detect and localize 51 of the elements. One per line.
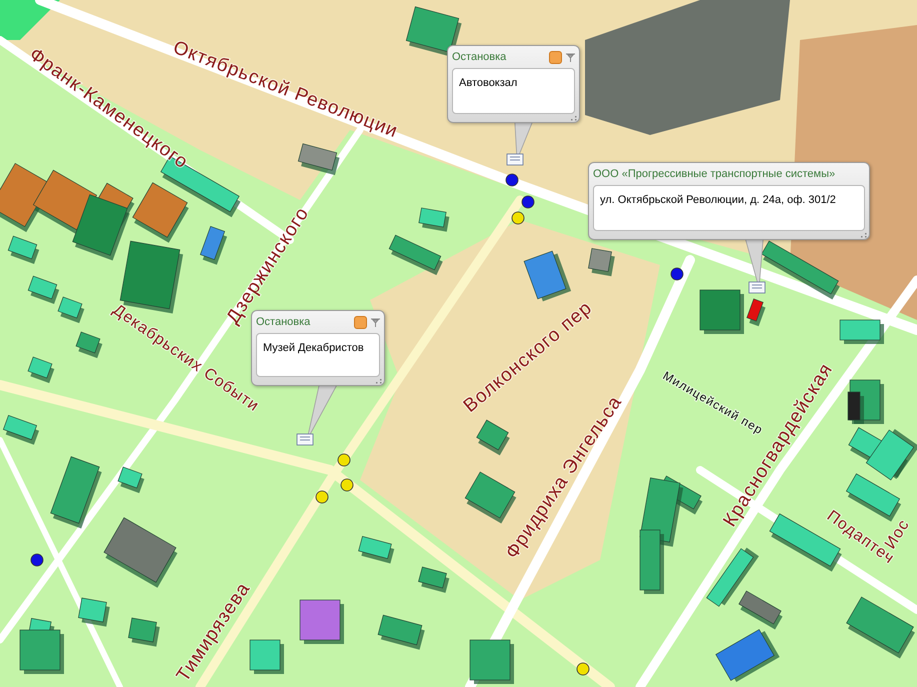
popup-title: ООО «Прогрессивные транспортные системы» (593, 168, 836, 180)
pin-button[interactable] (549, 50, 562, 64)
building (840, 320, 884, 344)
bus-stop-marker[interactable] (338, 454, 350, 466)
building (118, 466, 144, 494)
building (128, 618, 160, 647)
resize-grip-icon[interactable] (376, 379, 382, 384)
building (300, 600, 344, 644)
building (28, 276, 60, 304)
park-area (0, 0, 60, 40)
building (28, 356, 54, 384)
bus-stop-marker[interactable] (316, 490, 328, 504)
building (470, 640, 514, 684)
resize-grip-icon[interactable] (571, 116, 577, 121)
bus-stop-marker[interactable] (512, 212, 524, 224)
building (588, 248, 615, 276)
building (58, 296, 84, 324)
building (418, 566, 450, 593)
bus-stop-marker[interactable] (30, 554, 44, 566)
pin-button[interactable] (354, 316, 367, 328)
bus-stop-marker[interactable] (340, 478, 354, 492)
building (72, 194, 130, 260)
document-icon[interactable] (296, 434, 314, 446)
resize-grip-icon[interactable] (861, 233, 867, 238)
popup-text: ул. Октябрьской Революции, д. 24а, оф. 301/2 (593, 185, 865, 231)
building (418, 208, 450, 232)
pin-icon[interactable] (371, 318, 380, 326)
building (200, 226, 228, 265)
bus-stop-marker[interactable] (522, 196, 534, 208)
document-icon[interactable] (506, 154, 524, 166)
building (132, 182, 189, 243)
bus-stop-marker[interactable] (576, 662, 590, 676)
building (250, 640, 284, 674)
building (476, 420, 510, 456)
building (358, 536, 394, 564)
building (524, 250, 572, 302)
building (298, 143, 340, 176)
building (76, 332, 102, 358)
popup-text: Музей Декабристов (256, 333, 380, 377)
pin-icon[interactable] (566, 52, 575, 62)
popup-title: Остановка (452, 51, 508, 63)
building (378, 614, 425, 650)
building (846, 596, 915, 658)
building (700, 290, 744, 334)
building (78, 598, 110, 627)
building (388, 234, 443, 276)
document-icon[interactable] (748, 282, 766, 294)
bus-stop-marker[interactable] (506, 174, 518, 186)
popup-text: Автовокзал (452, 68, 575, 114)
building (2, 414, 40, 445)
bus-stop-marker[interactable] (670, 268, 684, 280)
